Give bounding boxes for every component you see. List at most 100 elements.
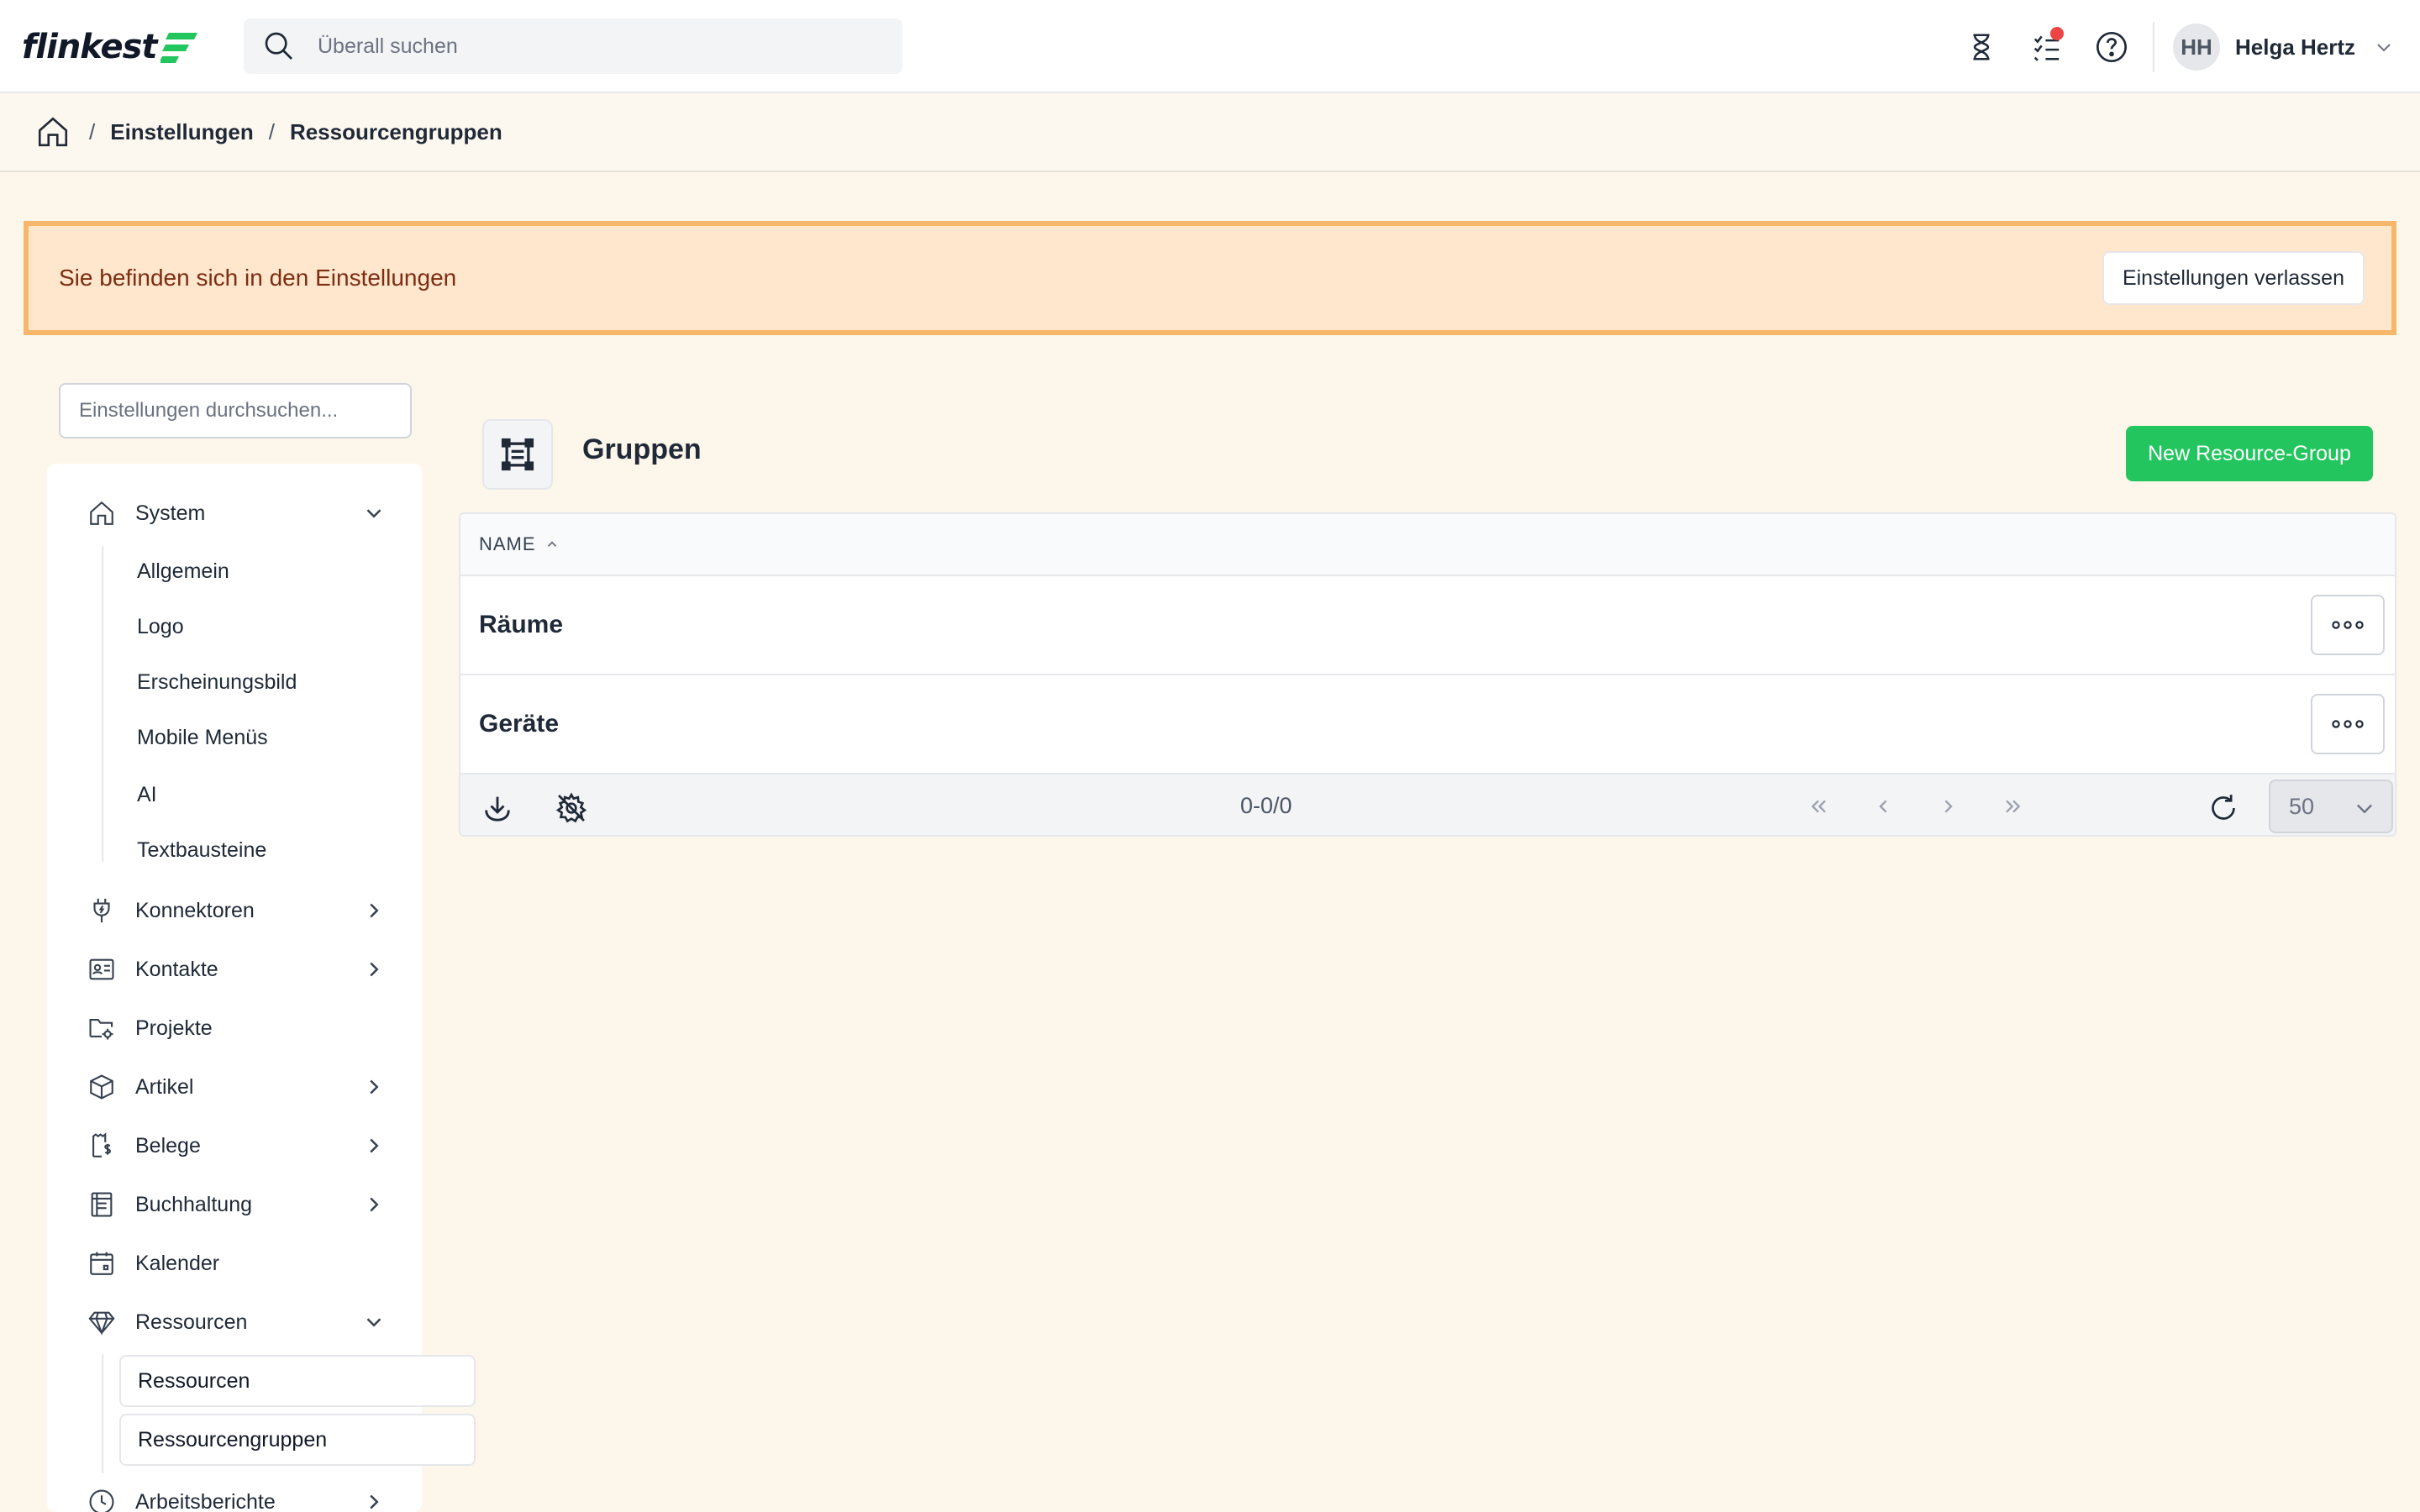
user-name: Helga Hertz <box>2235 34 2356 60</box>
next-page-icon[interactable] <box>1934 793 1961 820</box>
sidebar-item-label: Projekte <box>135 1016 213 1040</box>
first-page-icon[interactable] <box>1805 793 1832 820</box>
table-footer: 0-0/0 50 <box>460 774 2395 835</box>
row-actions-button[interactable] <box>2311 595 2385 655</box>
new-resource-group-button[interactable]: New Resource-Group <box>2126 426 2373 481</box>
refresh-icon[interactable] <box>2207 791 2240 825</box>
breadcrumb-separator: / <box>268 118 275 144</box>
previous-page-icon[interactable] <box>1870 793 1897 820</box>
settings-search-input[interactable]: Einstellungen durchsuchen... <box>59 383 412 438</box>
sidebar-subitem-erscheinungsbild[interactable]: Erscheinungsbild <box>137 659 297 706</box>
leave-settings-button[interactable]: Einstellungen verlassen <box>2102 251 2365 305</box>
settings-banner: Sie befinden sich in den Einstellungen E… <box>24 221 2396 335</box>
settings-sidebar: System Allgemein Logo Erscheinungsbild M… <box>47 464 476 1512</box>
logo-mark-icon <box>160 33 197 63</box>
box-icon <box>90 1074 113 1100</box>
sidebar-item-kontakte[interactable]: Kontakte <box>47 944 422 995</box>
column-header-label: NAME <box>479 533 536 554</box>
sidebar-subitem-mobile-menus[interactable]: Mobile Menüs <box>137 714 268 761</box>
contact-card-icon <box>89 958 114 980</box>
breadcrumb-separator: / <box>89 118 96 144</box>
sidebar-item-label: Arbeitsberichte <box>135 1489 276 1512</box>
sidebar-item-system[interactable]: System <box>47 488 422 538</box>
tasks-button[interactable] <box>2025 25 2069 69</box>
more-options-icon <box>2332 621 2364 629</box>
breadcrumb-ressourcengruppen: Ressourcengruppen <box>289 118 502 144</box>
sidebar-item-konnektoren[interactable]: Konnektoren <box>47 885 422 936</box>
breadcrumb-einstellungen[interactable]: Einstellungen <box>110 119 253 145</box>
search-icon <box>265 32 292 60</box>
chevron-down-icon <box>366 1318 381 1327</box>
global-search-input[interactable]: Überall suchen <box>244 18 902 74</box>
row-actions-button[interactable] <box>2311 694 2385 754</box>
row-name: Geräte <box>479 710 560 738</box>
sidebar-item-label: Konnektoren <box>135 898 255 922</box>
sidebar-item-buchhaltung[interactable]: Buchhaltung <box>47 1179 422 1230</box>
gem-icon <box>88 1311 115 1336</box>
chevron-right-icon <box>370 962 379 977</box>
settings-banner-text: Sie befinden sich in den Einstellungen <box>59 265 457 291</box>
calendar-icon <box>90 1252 113 1275</box>
notification-dot <box>2050 27 2064 40</box>
global-search-placeholder: Überall suchen <box>318 34 458 58</box>
timer-button[interactable] <box>1960 25 2003 69</box>
group-frame-icon <box>501 438 534 471</box>
sidebar-subitem-textbausteine[interactable]: Textbausteine <box>137 827 266 874</box>
user-menu[interactable]: HH Helga Hertz <box>2173 24 2394 71</box>
last-page-icon[interactable] <box>2000 793 2027 820</box>
page-size-value: 50 <box>2289 793 2315 819</box>
receipt-icon <box>92 1132 111 1158</box>
sidebar-subitem-ressourcengruppen[interactable]: Ressourcengruppen <box>119 1414 476 1466</box>
table-row[interactable]: Geräte <box>460 675 2395 774</box>
sidebar-item-label: Kalender <box>135 1251 220 1275</box>
submenu-guide-line <box>102 546 103 862</box>
logo-text: flinkest <box>22 28 158 66</box>
sidebar-subitem-allgemein[interactable]: Allgemein <box>137 548 229 595</box>
chevron-right-icon <box>370 1197 379 1212</box>
row-name: Räume <box>479 611 564 638</box>
chevron-down-icon <box>2377 44 2391 52</box>
table-row[interactable]: Räume <box>460 576 2395 675</box>
home-icon[interactable] <box>35 114 71 150</box>
breadcrumb: / Einstellungen / Ressourcengruppen <box>0 93 2420 172</box>
sidebar-item-label: System <box>135 501 206 525</box>
chevron-right-icon <box>370 903 379 918</box>
submenu-guide-line <box>102 1354 103 1473</box>
clock-icon <box>89 1489 114 1512</box>
ledger-icon <box>91 1192 113 1217</box>
chevron-right-icon <box>370 1079 379 1095</box>
column-header-name[interactable]: NAME <box>460 514 2395 576</box>
groups-table: NAME Räume Geräte 0-0/0 50 <box>459 512 2396 837</box>
download-icon[interactable] <box>481 791 514 825</box>
sidebar-item-kalender[interactable]: Kalender <box>47 1238 422 1289</box>
sidebar-item-label: Kontakte <box>135 957 218 981</box>
home-icon <box>90 501 113 525</box>
help-button[interactable] <box>2090 25 2133 69</box>
sidebar-item-ressourcen[interactable]: Ressourcen <box>47 1297 422 1347</box>
sidebar-item-label: Ressourcen <box>135 1310 248 1334</box>
sort-ascending-icon <box>547 541 556 547</box>
sidebar-item-label: Belege <box>135 1133 201 1158</box>
more-options-icon <box>2332 720 2364 728</box>
sidebar-item-arbeitsberichte[interactable]: Arbeitsberichte <box>47 1477 422 1512</box>
sidebar-subitem-ai[interactable]: AI <box>137 771 157 818</box>
hourglass-icon <box>1973 34 1990 60</box>
logo[interactable]: flinkest <box>22 25 199 69</box>
sidebar-item-label: Buchhaltung <box>135 1192 253 1216</box>
pagination-range: 0-0/0 <box>1240 793 1292 818</box>
chevron-right-icon <box>370 1138 379 1153</box>
group-icon-box <box>482 419 553 490</box>
help-icon <box>2096 32 2127 62</box>
chevron-down-icon <box>2357 804 2372 814</box>
page-size-select[interactable]: 50 <box>2269 780 2393 833</box>
sidebar-item-belege[interactable]: Belege <box>47 1121 422 1171</box>
sidebar-item-artikel[interactable]: Artikel <box>47 1062 422 1112</box>
chevron-down-icon <box>366 509 381 518</box>
sidebar-subitem-logo[interactable]: Logo <box>137 603 184 650</box>
avatar: HH <box>2173 24 2220 71</box>
sidebar-subitem-ressourcen[interactable]: Ressourcen <box>119 1355 476 1407</box>
top-bar: flinkest Überall suchen HH Helga Hertz <box>0 0 2420 93</box>
header-divider <box>2153 22 2154 72</box>
column-settings-icon[interactable] <box>555 791 588 825</box>
sidebar-item-projekte[interactable]: Projekte <box>47 1003 422 1053</box>
